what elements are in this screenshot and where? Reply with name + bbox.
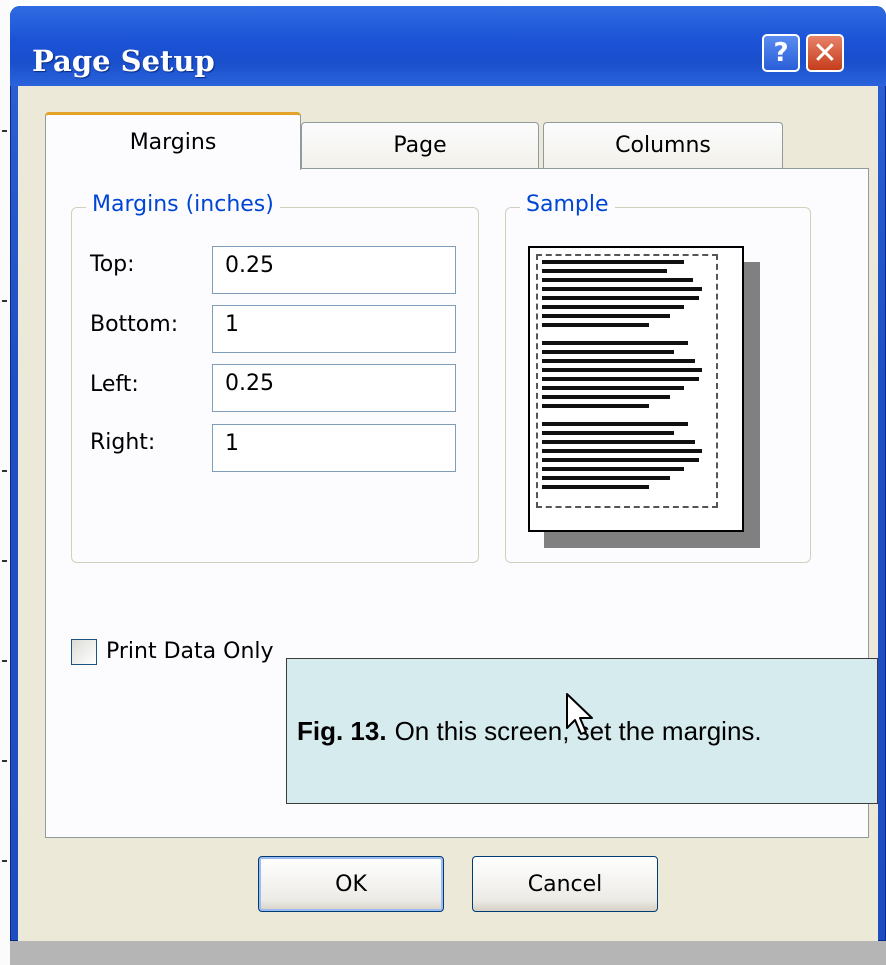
top-label: Top: xyxy=(90,252,135,277)
dialog-body: Margins Page Columns Margins (inches) To… xyxy=(18,86,878,941)
sample-text-line xyxy=(542,395,671,399)
print-data-only-label: Print Data Only xyxy=(106,639,274,664)
page-setup-dialog: Page Setup ? ✕ Margins Page Columns Marg… xyxy=(10,6,886,941)
sample-text-line xyxy=(542,377,699,381)
dialog-title: Page Setup xyxy=(32,44,215,78)
margins-group-label: Margins (inches) xyxy=(86,192,280,217)
tab-margins-label: Margins xyxy=(129,130,217,155)
right-label: Right: xyxy=(90,430,156,455)
close-icon: ✕ xyxy=(812,35,838,71)
sample-margin-guides xyxy=(536,254,718,508)
tab-columns[interactable]: Columns xyxy=(543,122,783,168)
sample-groupbox: Sample xyxy=(505,192,811,563)
cancel-button[interactable]: Cancel xyxy=(472,856,658,912)
sample-text-line xyxy=(542,278,694,282)
left-ruler-edge xyxy=(0,0,10,965)
left-margin-input[interactable]: 0.25 xyxy=(212,364,456,412)
sample-text-line xyxy=(542,296,699,300)
tab-page[interactable]: Page xyxy=(301,122,539,168)
sample-text-line xyxy=(542,368,703,372)
sample-text-line xyxy=(542,350,674,354)
tab-columns-label: Columns xyxy=(615,133,711,158)
bottom-margin-input[interactable]: 1 xyxy=(212,305,456,353)
help-icon: ? xyxy=(773,38,789,68)
tab-margins[interactable]: Margins xyxy=(45,112,301,170)
margins-groupbox: Margins (inches) Top: 0.25 Bottom: 1 Lef… xyxy=(71,192,479,563)
title-bar[interactable]: Page Setup ? ✕ xyxy=(10,6,886,86)
left-label: Left: xyxy=(90,372,139,397)
mouse-cursor-icon xyxy=(564,692,598,744)
sample-text-line xyxy=(542,467,685,471)
close-button[interactable]: ✕ xyxy=(806,34,844,72)
sample-text-line xyxy=(542,305,685,309)
sample-page-preview xyxy=(528,246,744,532)
help-button[interactable]: ? xyxy=(762,34,800,72)
sample-text-line xyxy=(542,359,696,363)
sample-text-line xyxy=(542,431,674,435)
sample-text-line xyxy=(542,485,649,489)
sample-text-line xyxy=(542,476,671,480)
top-margin-input[interactable]: 0.25 xyxy=(212,246,456,294)
sample-text-line xyxy=(542,440,696,444)
sample-text-line xyxy=(542,269,667,273)
sample-text-line xyxy=(542,314,671,318)
ok-button[interactable]: OK xyxy=(258,856,444,912)
sample-text-line xyxy=(542,458,699,462)
sample-text-line xyxy=(542,323,649,327)
print-data-only-checkbox[interactable] xyxy=(71,639,97,665)
sample-text-line xyxy=(542,260,685,264)
sample-text-line xyxy=(542,449,703,453)
bottom-label: Bottom: xyxy=(90,312,179,337)
sample-text-line xyxy=(542,404,649,408)
sample-text-line xyxy=(542,386,685,390)
tab-page-label: Page xyxy=(393,133,447,158)
bottom-edge xyxy=(10,941,886,965)
figure-number: Fig. 13. xyxy=(297,715,387,746)
sample-text-line xyxy=(542,422,688,426)
right-margin-input[interactable]: 1 xyxy=(212,424,456,472)
sample-group-label: Sample xyxy=(520,192,615,217)
sample-text-line xyxy=(542,341,688,345)
sample-text-line xyxy=(542,287,703,291)
